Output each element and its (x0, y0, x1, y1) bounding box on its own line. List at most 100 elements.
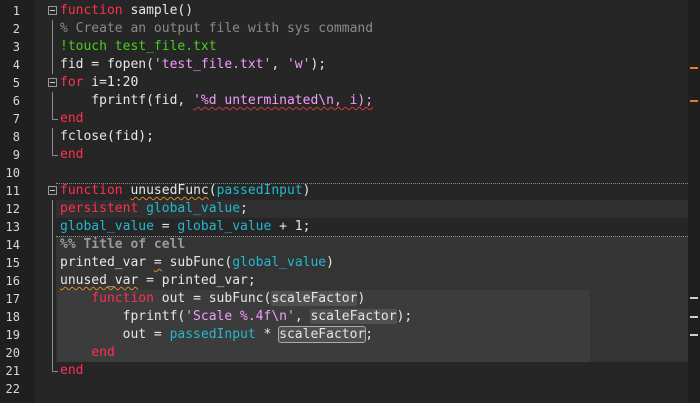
code-line[interactable]: 12 persistent global_value; (0, 200, 700, 218)
code-token: ) (357, 291, 366, 306)
code-token: out = (60, 327, 170, 342)
code-token: 'Scale %.4f\n' (185, 309, 295, 324)
code-marker[interactable] (690, 316, 698, 318)
code-token: end (60, 147, 84, 162)
fold-guide (46, 254, 58, 272)
fold-guide (46, 56, 58, 74)
code-token: ; (365, 327, 374, 342)
line-number: 18 (5, 310, 20, 324)
code-token: ); (310, 57, 327, 72)
code-text[interactable]: end (60, 110, 83, 128)
code-token: ; (240, 201, 248, 216)
fold-toggle-icon[interactable] (46, 2, 58, 20)
fold-guide (46, 146, 58, 164)
fold-toggle-icon[interactable] (46, 182, 58, 200)
code-token: for (60, 75, 84, 90)
line-number: 10 (5, 166, 20, 180)
code-token: = (153, 219, 178, 234)
fold-toggle-icon[interactable] (46, 74, 58, 92)
code-line[interactable]: 1 function sample() (0, 2, 700, 20)
code-token: fclose(fid); (60, 129, 154, 144)
overview-ruler[interactable] (688, 0, 700, 403)
line-number: 4 (12, 58, 20, 72)
code-token: global_value (177, 219, 272, 234)
code-line[interactable]: 5 for i=1:20 (0, 74, 700, 92)
code-token: !touch test_file.txt (60, 39, 217, 54)
fold-guide (46, 200, 58, 218)
code-text[interactable]: printed_var = subFunc(global_value) (60, 254, 334, 272)
fold-guide (46, 344, 58, 362)
line-number: 6 (12, 94, 20, 108)
code-line[interactable]: 17 function out = subFunc(scaleFactor) (0, 290, 700, 308)
warning-marker[interactable] (690, 67, 698, 69)
code-line[interactable]: 9 end (0, 146, 700, 164)
code-text[interactable]: for i=1:20 (60, 74, 138, 92)
code-line[interactable]: 20 end (0, 344, 700, 362)
code-text[interactable]: function unusedFunc(passedInput) (60, 182, 310, 200)
line-number: 11 (5, 184, 20, 198)
fold-guide (46, 272, 58, 290)
fold-guide (46, 362, 58, 380)
warning-marker[interactable] (690, 100, 698, 102)
code-text[interactable]: end (60, 146, 83, 164)
code-line[interactable]: 18 fprintf('Scale %.4f\n', scaleFactor); (0, 308, 700, 326)
line-number: 14 (5, 238, 20, 252)
code-text[interactable]: global_value = global_value + 1; (60, 218, 310, 236)
code-line[interactable]: 22 (0, 380, 700, 398)
code-line[interactable]: 8 fclose(fid); (0, 128, 700, 146)
code-line[interactable]: 3 !touch test_file.txt (0, 38, 700, 56)
code-marker[interactable] (690, 334, 698, 336)
code-text[interactable]: fprintf('Scale %.4f\n', scaleFactor); (60, 308, 412, 326)
code-text[interactable]: !touch test_file.txt (60, 38, 217, 56)
code-line[interactable]: 2 % Create an output file with sys comman… (0, 20, 700, 38)
code-text[interactable]: end (60, 362, 83, 380)
code-token: scaleFactor (310, 309, 397, 324)
code-line[interactable]: 13 global_value = global_value + 1; (0, 218, 700, 236)
line-number: 9 (12, 148, 20, 162)
line-number: 8 (12, 130, 20, 144)
code-text[interactable]: end (60, 344, 114, 362)
code-line[interactable]: 7 end (0, 110, 700, 128)
code-text[interactable]: % Create an output file with sys command (60, 20, 373, 38)
code-text[interactable]: function sample() (60, 2, 193, 20)
line-number: 2 (12, 22, 20, 36)
code-token: fprintf( (60, 309, 186, 324)
code-text[interactable]: fclose(fid); (60, 128, 154, 146)
code-text[interactable]: unused_var = printed_var; (60, 272, 256, 290)
code-line[interactable]: 19 out = passedInput * scaleFactor; (0, 326, 700, 344)
fold-guide (46, 308, 58, 326)
line-number: 5 (12, 76, 20, 90)
code-token: function (91, 291, 154, 306)
code-token: passedInput (169, 327, 256, 342)
code-token: out = subFunc( (153, 291, 272, 306)
code-line[interactable]: 16 unused_var = printed_var; (0, 272, 700, 290)
code-text[interactable]: persistent global_value; (60, 200, 248, 218)
code-line[interactable]: 15 printed_var = subFunc(global_value) (0, 254, 700, 272)
code-editor[interactable]: 1 function sample() 2 % Create an output fi… (0, 0, 700, 403)
code-token: end (60, 111, 84, 126)
code-token: global_value (232, 255, 327, 270)
code-token: passedInput (216, 183, 303, 198)
code-marker[interactable] (690, 297, 698, 299)
code-token: = printed_var; (138, 273, 256, 288)
code-text[interactable]: out = passedInput * scaleFactor; (60, 326, 373, 344)
code-line[interactable]: 10 (0, 164, 700, 182)
code-token: unusedFunc (130, 183, 209, 198)
code-token: ); (396, 309, 413, 324)
fold-guide (46, 92, 58, 110)
code-line[interactable]: 6 fprintf(fid, '%d unterminated\n, i); (0, 92, 700, 110)
code-text[interactable]: fprintf(fid, '%d unterminated\n, i); (60, 92, 373, 110)
code-line[interactable]: 14 %% Title of cell (0, 236, 700, 254)
code-token: %% Title of cell (60, 237, 186, 252)
code-text[interactable]: %% Title of cell (60, 236, 185, 254)
code-token: '%d unterminated\n, i); (193, 93, 374, 108)
line-number: 22 (5, 382, 20, 396)
code-text[interactable]: function out = subFunc(scaleFactor) (60, 290, 365, 308)
code-line[interactable]: 4 fid = fopen('test_file.txt', 'w'); (0, 56, 700, 74)
code-token: ( (208, 183, 217, 198)
code-text[interactable]: fid = fopen('test_file.txt', 'w'); (60, 56, 326, 74)
code-line[interactable]: 11 function unusedFunc(passedInput) (0, 182, 700, 200)
line-number: 1 (12, 4, 20, 18)
code-line[interactable]: 21 end (0, 362, 700, 380)
